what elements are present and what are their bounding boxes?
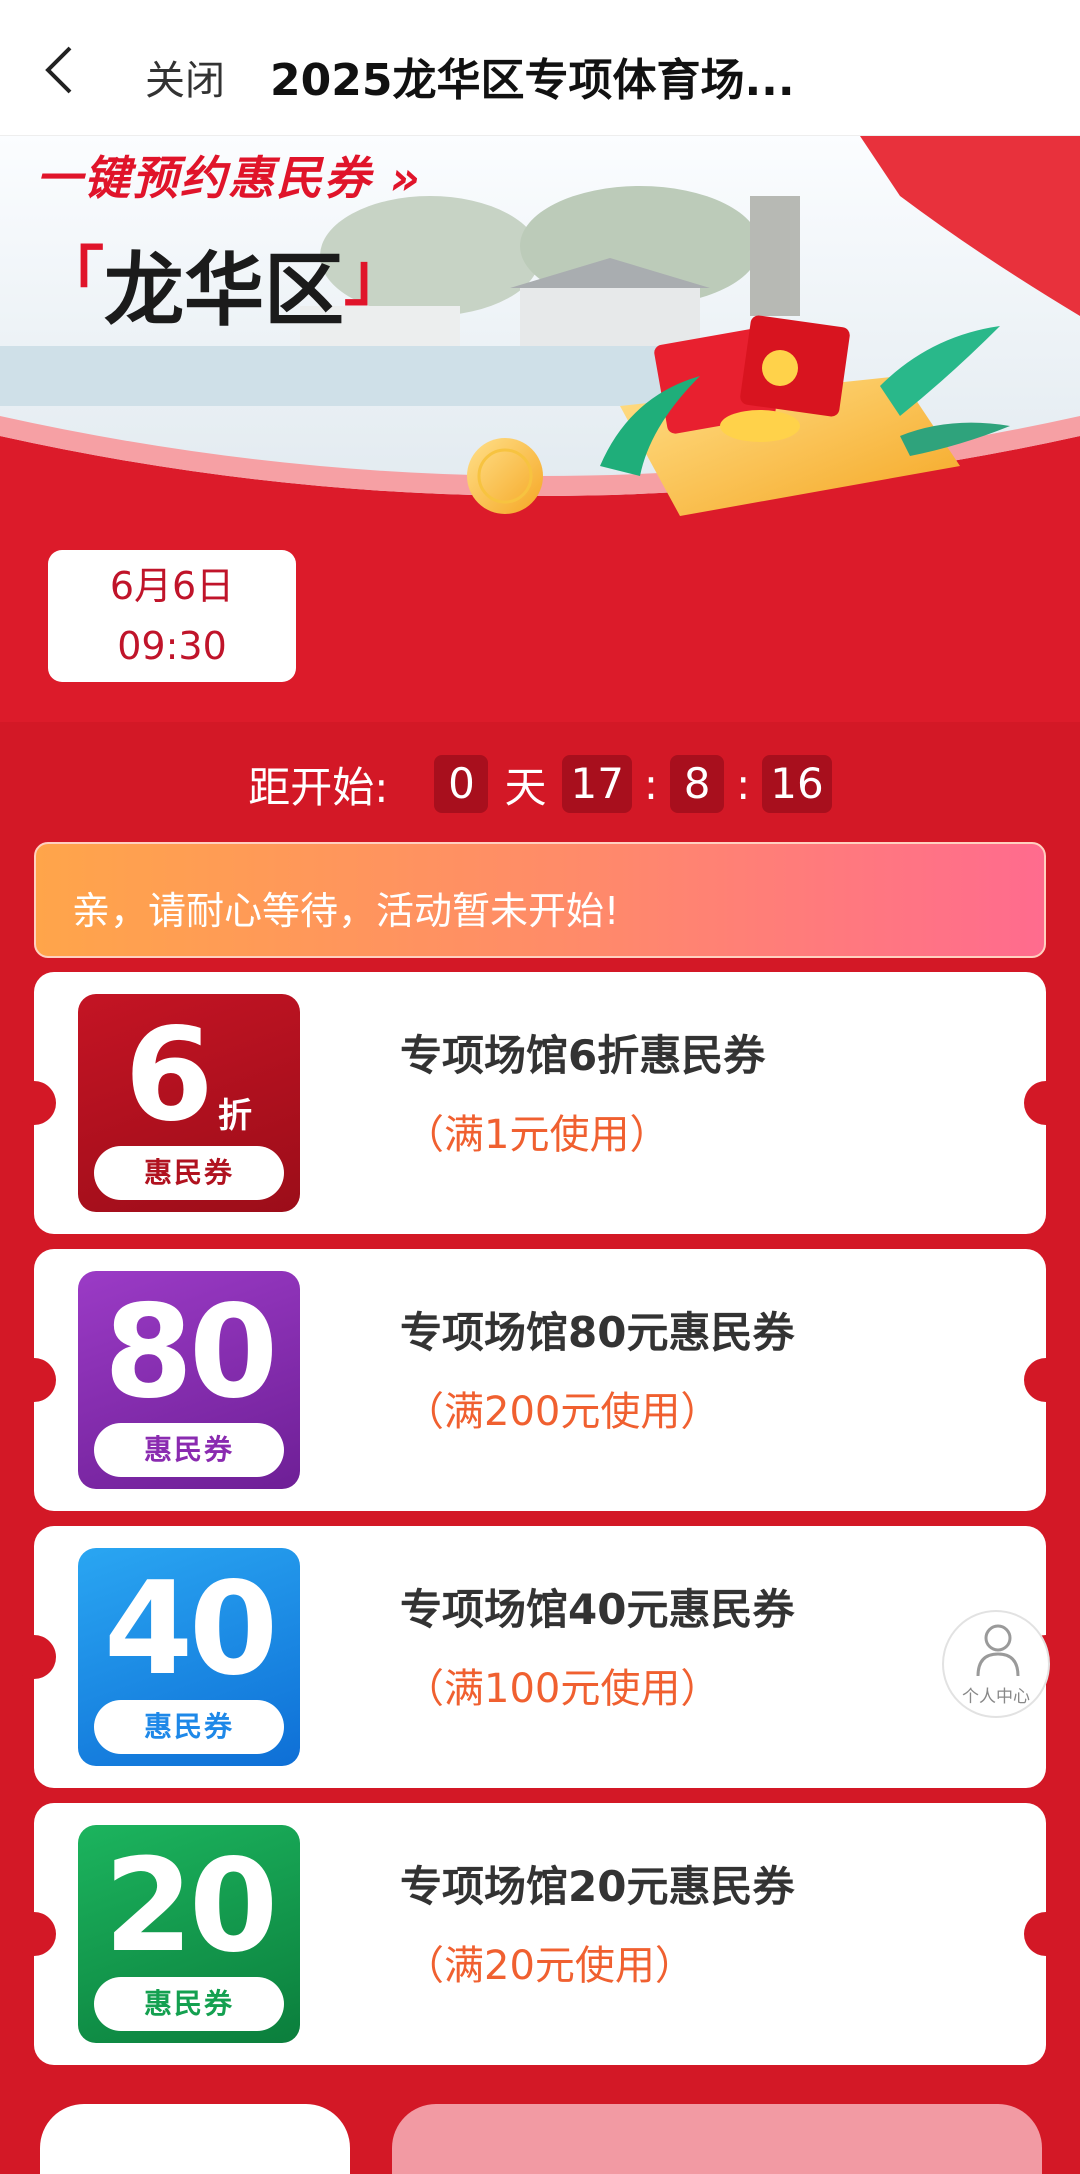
coupon-condition: （满100元使用）	[404, 1666, 721, 1712]
coupon-badge: 20 惠民券	[78, 1825, 300, 2043]
notice-text: 亲，请耐心等待，活动暂未开始!	[72, 889, 620, 933]
hero-headline[interactable]: 一键预约惠民券 »	[36, 142, 422, 208]
countdown-day-unit: 天	[504, 762, 547, 812]
notice-banner: 亲，请耐心等待，活动暂未开始!	[34, 842, 1046, 958]
person-icon	[976, 1624, 1020, 1677]
ticket-notch	[12, 1635, 56, 1679]
region-bracket-open: 「	[40, 241, 104, 315]
coupon-badge-value: 40	[103, 1555, 278, 1704]
ticket-notch	[1024, 1358, 1068, 1402]
countdown-seconds: 16	[762, 755, 832, 813]
bottom-left-button[interactable]	[40, 2104, 350, 2174]
coupon-title: 专项场馆40元惠民券	[400, 1585, 795, 1634]
coupon-title: 专项场馆20元惠民券	[400, 1862, 795, 1911]
coupon-card[interactable]: 40 惠民券 专项场馆40元惠民券 （满100元使用）	[12, 1526, 1068, 1788]
countdown-separator: :	[736, 759, 751, 809]
bottom-right-button[interactable]	[392, 2104, 1042, 2174]
coupon-card[interactable]: 20 惠民券 专项场馆20元惠民券 （满20元使用）	[12, 1803, 1068, 2065]
ticket-notch	[1024, 1912, 1068, 1956]
coupon-condition: （满20元使用）	[404, 1943, 695, 1989]
event-date-box: 6月6日 09:30	[48, 550, 296, 682]
coupon-condition: （满1元使用）	[404, 1112, 670, 1158]
ticket-notch	[12, 1081, 56, 1125]
top-nav-bar: 关闭 2025龙华区专项体育场...	[0, 0, 1080, 136]
coupon-badge: 80 惠民券	[78, 1271, 300, 1489]
coupon-card[interactable]: 80 惠民券 专项场馆80元惠民券 （满200元使用）	[12, 1249, 1068, 1511]
hero-banner: 一键预约惠民券 » 「龙华区」	[0, 136, 1080, 536]
countdown: 距开始: 0 天 17 : 8 : 16	[0, 752, 1080, 816]
region-name: 龙华区	[104, 244, 344, 337]
ticket-notch	[12, 1912, 56, 1956]
countdown-hours: 17	[562, 755, 632, 813]
countdown-days: 0	[434, 755, 489, 813]
page-title: 2025龙华区专项体育场...	[270, 55, 795, 106]
coupon-badge-label: 惠民券	[94, 1700, 284, 1754]
ticket-notch	[12, 1358, 56, 1402]
hero-region-title: 「龙华区」	[40, 226, 408, 342]
coupon-badge-label: 惠民券	[94, 1146, 284, 1200]
coupon-card[interactable]: 6 折 惠民券 专项场馆6折惠民券 （满1元使用）	[12, 972, 1068, 1234]
countdown-separator: :	[643, 759, 659, 809]
countdown-label: 距开始:	[248, 762, 389, 812]
countdown-minutes: 8	[670, 755, 725, 813]
ticket-notch	[1024, 1081, 1068, 1125]
coupon-badge-label: 惠民券	[94, 1423, 284, 1477]
coupon-condition: （满200元使用）	[404, 1389, 721, 1435]
coupon-badge-unit: 折	[218, 1096, 252, 1136]
region-bracket-close: 」	[344, 241, 408, 315]
coupon-title: 专项场馆80元惠民券	[400, 1308, 795, 1357]
profile-center-label: 个人中心	[962, 1687, 1030, 1707]
coupon-badge-value: 80	[103, 1278, 278, 1427]
coupon-title: 专项场馆6折惠民券	[400, 1031, 766, 1080]
profile-center-button[interactable]: 个人中心	[942, 1610, 1050, 1718]
coupon-badge-label: 惠民券	[94, 1977, 284, 2031]
back-icon[interactable]	[40, 44, 84, 96]
coupon-badge: 6 折 惠民券	[78, 994, 300, 1212]
close-button[interactable]: 关闭	[145, 48, 225, 106]
coupon-badge: 40 惠民券	[78, 1548, 300, 1766]
coupon-badge-value: 20	[103, 1832, 278, 1981]
event-date: 6月6日	[109, 564, 235, 608]
event-time: 09:30	[117, 624, 227, 668]
